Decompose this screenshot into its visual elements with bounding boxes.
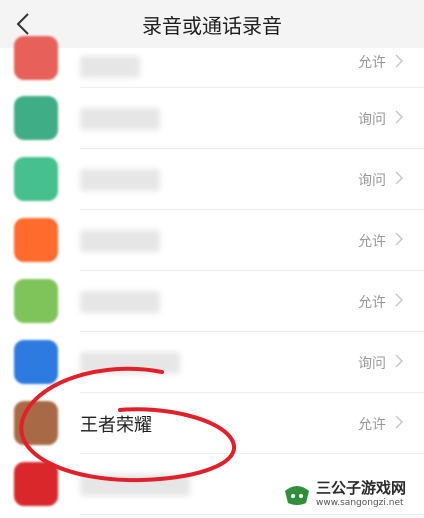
title-bar: 录音或通话录音 xyxy=(0,0,424,48)
app-icon xyxy=(14,157,58,201)
app-row[interactable]: 询问 xyxy=(0,88,424,149)
game-controller-icon xyxy=(285,486,309,505)
app-row[interactable]: 允许 xyxy=(0,36,424,88)
watermark-title: 三公子游戏网 xyxy=(316,478,407,497)
permission-value: 允许 xyxy=(358,234,386,250)
chevron-right-icon xyxy=(395,232,404,246)
app-icon xyxy=(14,96,58,140)
site-watermark: 三公子游戏网 www.sangongzi.net xyxy=(282,474,416,514)
chevron-right-icon xyxy=(395,54,404,68)
app-icon xyxy=(14,462,58,506)
permission-value: 允许 xyxy=(358,417,386,433)
app-icon xyxy=(14,279,58,323)
watermark-url: www.sangongzi.net xyxy=(316,497,404,508)
permission-value: 允许 xyxy=(358,55,386,71)
page-title: 录音或通话录音 xyxy=(142,14,282,38)
app-name-blurred xyxy=(80,291,160,313)
app-icon xyxy=(14,340,58,384)
app-row[interactable]: 允许 xyxy=(0,271,424,332)
app-icon xyxy=(14,218,58,262)
app-icon xyxy=(14,401,58,445)
permission-value: 询问 xyxy=(358,173,386,189)
app-name-blurred xyxy=(80,230,160,252)
chevron-right-icon xyxy=(395,293,404,307)
chevron-right-icon xyxy=(395,415,404,429)
app-row[interactable]: 询问 xyxy=(0,332,424,393)
chevron-right-icon xyxy=(395,354,404,368)
app-permission-list: 允许 询问 询问 允许 允许 询问 王者荣耀 允许 xyxy=(0,36,424,515)
app-name-blurred xyxy=(80,108,160,130)
app-name-blurred xyxy=(80,474,190,496)
app-row[interactable]: 允许 xyxy=(0,210,424,271)
app-icon xyxy=(14,36,58,80)
app-row[interactable]: 询问 xyxy=(0,149,424,210)
permission-value: 询问 xyxy=(358,112,386,128)
permission-value: 询问 xyxy=(358,356,386,372)
app-name: 王者荣耀 xyxy=(80,415,152,436)
chevron-right-icon xyxy=(395,171,404,185)
app-row-honor-of-kings[interactable]: 王者荣耀 允许 xyxy=(0,393,424,454)
chevron-right-icon xyxy=(395,110,404,124)
app-name-blurred xyxy=(80,352,180,374)
app-name-blurred xyxy=(80,169,160,191)
app-name-blurred xyxy=(80,56,140,78)
permission-value: 允许 xyxy=(358,295,386,311)
